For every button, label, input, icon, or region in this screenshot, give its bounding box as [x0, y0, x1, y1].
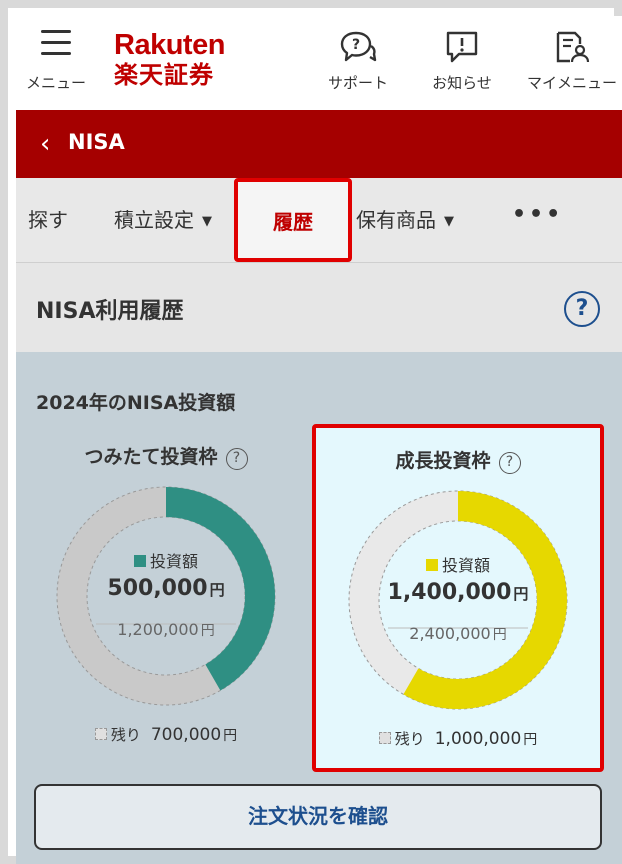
- total-value: 1,200,000: [117, 620, 199, 639]
- mymenu-label: マイメニュー: [526, 74, 617, 92]
- yen-unit: 円: [513, 585, 529, 603]
- help-icon[interactable]: ?: [564, 291, 600, 327]
- chat-question-icon: ?: [340, 31, 377, 62]
- legend-swatch: [425, 559, 438, 571]
- check-order-status-button[interactable]: 注文状況を確認: [34, 784, 602, 850]
- menu-button[interactable]: メニュー: [20, 30, 92, 93]
- mymenu-button[interactable]: マイメニュー: [520, 30, 622, 93]
- card-title: 成長投資枠?: [316, 446, 600, 474]
- yen-unit: 円: [209, 581, 225, 599]
- tab-accumulation-settings[interactable]: 積立設定 ▼: [114, 204, 212, 233]
- yen-unit: 円: [223, 728, 238, 744]
- remaining-swatch: [94, 728, 107, 740]
- tab-label: 探す: [28, 208, 68, 232]
- remaining-amount: 残り 700,000 円: [20, 724, 312, 745]
- card-title: つみたて投資枠?: [20, 442, 312, 470]
- notice-icon: [446, 31, 478, 63]
- chevron-left-icon[interactable]: ‹: [40, 131, 50, 157]
- legend-swatch: [133, 555, 146, 567]
- invested-value: 1,400,000: [387, 580, 512, 605]
- help-icon[interactable]: ?: [225, 448, 248, 470]
- year-title: 2024年のNISA投資額: [36, 392, 236, 414]
- card-title-text: つみたて投資枠: [84, 446, 218, 468]
- yen-unit: 円: [523, 732, 538, 748]
- total-amount: 1,200,000 円: [20, 620, 312, 640]
- section-header: NISA利用履歴 ?: [16, 262, 622, 352]
- nav-title[interactable]: NISA: [68, 130, 125, 154]
- user-document-icon: [556, 31, 590, 63]
- app-screen: メニュー Rakuten 楽天証券 ? サポート お知らせ マイメニュー ‹ N…: [16, 16, 622, 864]
- page-title: NISA利用履歴: [36, 299, 184, 324]
- tab-label: 積立設定: [114, 208, 194, 232]
- logo-wordmark: Rakuten: [114, 29, 225, 61]
- tab-holdings[interactable]: 保有商品 ▼: [356, 204, 454, 233]
- support-button[interactable]: ? サポート: [310, 30, 406, 93]
- invest-legend: 投資額: [20, 548, 312, 572]
- card-title-text: 成長投資枠: [395, 450, 491, 472]
- invest-label: 投資額: [149, 552, 198, 571]
- tab-bar: 探す 積立設定 ▼ 履歴 保有商品 ▼ •••: [16, 178, 622, 262]
- tab-history[interactable]: 履歴: [234, 178, 352, 262]
- tab-search[interactable]: 探す: [28, 204, 68, 233]
- remain-value: 1,000,000: [434, 729, 522, 749]
- caret-down-icon: ▼: [444, 214, 454, 229]
- notice-button[interactable]: お知らせ: [414, 30, 510, 93]
- invest-label: 投資額: [441, 556, 490, 575]
- remain-value: 700,000: [150, 725, 222, 745]
- invested-amount: 500,000 円: [20, 576, 312, 601]
- nisa-nav-bar: ‹ NISA: [16, 110, 622, 178]
- yen-unit: 円: [492, 627, 507, 643]
- invest-legend: 投資額: [316, 552, 600, 576]
- notice-label: お知らせ: [432, 74, 492, 92]
- remain-label: 残り: [394, 730, 425, 748]
- remaining-amount: 残り 1,000,000 円: [316, 728, 600, 749]
- yen-unit: 円: [200, 623, 215, 639]
- menu-label: メニュー: [25, 74, 86, 92]
- caret-down-icon: ▼: [202, 214, 212, 229]
- svg-text:?: ?: [352, 37, 360, 53]
- nisa-summary: 2024年のNISA投資額 つみたて投資枠? 投資額 500,000 円 1,20…: [16, 352, 622, 864]
- rakuten-logo[interactable]: Rakuten 楽天証券: [114, 30, 225, 90]
- remaining-swatch: [378, 732, 391, 744]
- help-icon[interactable]: ?: [498, 452, 521, 474]
- remain-label: 残り: [110, 726, 141, 744]
- hamburger-icon: [41, 30, 71, 56]
- tab-label: 保有商品: [356, 208, 436, 232]
- screen-frame: メニュー Rakuten 楽天証券 ? サポート お知らせ マイメニュー ‹ N…: [0, 0, 622, 864]
- tab-label: 履歴: [273, 210, 313, 234]
- invested-value: 500,000: [107, 576, 208, 601]
- more-icon[interactable]: •••: [512, 202, 563, 227]
- app-header: メニュー Rakuten 楽天証券 ? サポート お知らせ マイメニュー: [16, 16, 622, 110]
- total-amount: 2,400,000 円: [316, 624, 600, 644]
- support-label: サポート: [327, 74, 388, 92]
- growth-card: 成長投資枠? 投資額 1,400,000 円 2,400,000 円 残り 1,000…: [312, 424, 604, 772]
- tsumitate-card: つみたて投資枠? 投資額 500,000 円 1,200,000 円 残り 700,0…: [20, 424, 312, 772]
- invested-amount: 1,400,000 円: [316, 580, 600, 605]
- logo-japanese: 楽天証券: [114, 61, 214, 89]
- total-value: 2,400,000: [409, 624, 491, 643]
